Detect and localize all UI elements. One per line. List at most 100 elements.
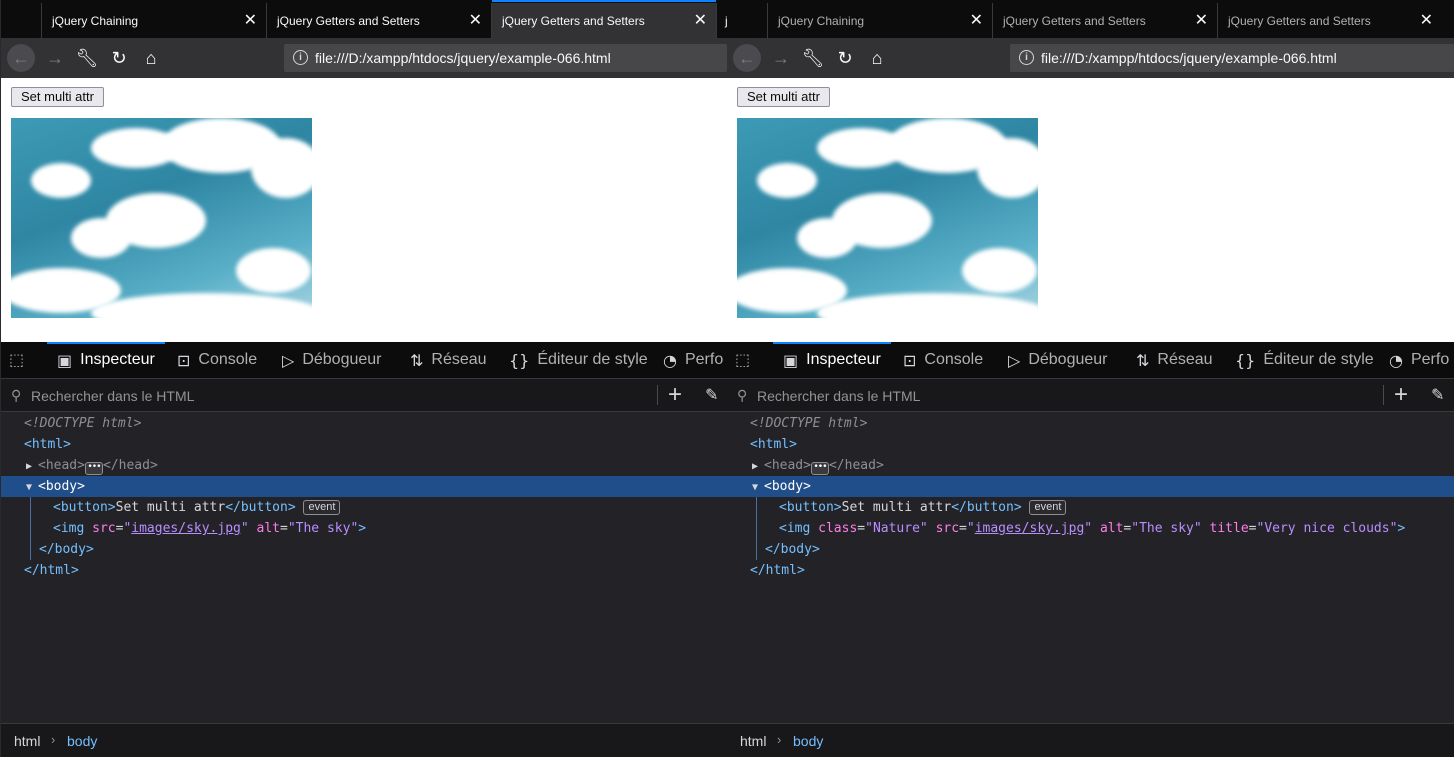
body-node-selected[interactable]: ▼ <body> (727, 476, 1454, 497)
tab-performance[interactable]: ◔ Perfo (1389, 342, 1449, 378)
tab-label: Console (198, 351, 258, 368)
breadcrumb-body[interactable]: body (67, 733, 97, 749)
ellipsis-icon[interactable]: ••• (84, 462, 103, 475)
ellipsis-icon[interactable]: ••• (810, 462, 829, 475)
plus-icon[interactable]: + (668, 381, 682, 409)
tab-title: jQuery Getters and Setters (277, 14, 420, 28)
tab-editeur-de-style[interactable]: {} Éditeur de style (509, 342, 648, 378)
eyedropper-icon[interactable]: ✎ (705, 385, 718, 405)
forward-arrow-icon[interactable]: → (41, 44, 69, 72)
url-text[interactable]: file:///D:/xampp/htdocs/jquery/example-0… (1041, 50, 1337, 66)
forward-arrow-icon[interactable]: → (767, 44, 795, 72)
html-node[interactable]: <html> (727, 434, 1454, 455)
info-icon[interactable]: i (1019, 50, 1034, 65)
close-icon[interactable]: ✕ (694, 10, 707, 30)
cloud (962, 248, 1037, 293)
tab-reseau[interactable]: ⇅ Réseau (1136, 342, 1213, 378)
body-close-node[interactable]: </body> (727, 539, 1454, 560)
page-content: Set multi attr (1, 78, 727, 342)
info-icon[interactable]: i (293, 50, 308, 65)
cloud (757, 163, 817, 198)
url-bar[interactable]: i file:///D:/xampp/htdocs/jquery/example… (284, 44, 727, 72)
tab-title: jQuery Chaining (52, 14, 139, 28)
close-icon[interactable]: ✕ (244, 10, 257, 30)
tab-jquery-chaining[interactable]: jQuery Chaining ✕ (767, 3, 992, 38)
tab-editeur-de-style[interactable]: {} Éditeur de style (1235, 342, 1374, 378)
tab-overflow-edge[interactable]: j (716, 3, 727, 38)
cloud (236, 248, 311, 293)
tab-inspecteur[interactable]: ▣ Inspecteur (47, 342, 165, 378)
set-multi-attr-button[interactable]: Set multi attr (737, 87, 830, 107)
expand-arrow-icon[interactable]: ▶ (26, 456, 38, 477)
url-bar[interactable]: i file:///D:/xampp/htdocs/jquery/example… (1010, 44, 1454, 72)
element-picker-icon[interactable]: ⬚ (735, 350, 757, 372)
breadcrumb-html[interactable]: html (14, 733, 40, 749)
url-text[interactable]: file:///D:/xampp/htdocs/jquery/example-0… (315, 50, 611, 66)
img-node[interactable]: <img src="images/sky.jpg" alt="The sky"> (1, 518, 727, 539)
tab-console[interactable]: ⊡ Console (903, 342, 983, 378)
reload-icon[interactable]: ↻ (831, 44, 859, 72)
search-input[interactable]: Rechercher dans le HTML (31, 388, 194, 404)
home-icon[interactable]: ⌂ (863, 44, 891, 72)
close-icon[interactable]: ✕ (1420, 10, 1433, 30)
breadcrumb-html[interactable]: html (740, 733, 766, 749)
reload-icon[interactable]: ↻ (105, 44, 133, 72)
doctype-node[interactable]: <!DOCTYPE html> (727, 413, 1454, 434)
tab-debogueur[interactable]: ▷ Débogueur (1008, 342, 1107, 378)
wrench-icon[interactable]: 🔧︎ (73, 44, 101, 72)
breadcrumb: html › body (727, 723, 1454, 757)
cloud (71, 218, 131, 258)
html-close-node[interactable]: </html> (1, 560, 727, 581)
html-node[interactable]: <html> (1, 434, 727, 455)
element-picker-icon[interactable]: ⬚ (9, 350, 31, 372)
img-node[interactable]: <img class="Nature" src="images/sky.jpg"… (727, 518, 1454, 539)
tab-console[interactable]: ⊡ Console (177, 342, 257, 378)
breadcrumb-body[interactable]: body (793, 733, 823, 749)
html-search-bar: ⚲ Rechercher dans le HTML + ✎ (727, 379, 1454, 412)
tab-strip-spacer (1, 0, 41, 38)
close-icon[interactable]: ✕ (469, 10, 482, 30)
search-input[interactable]: Rechercher dans le HTML (757, 388, 920, 404)
tab-getters-setters-2[interactable]: jQuery Getters and Setters ✕ (1217, 3, 1442, 38)
wrench-icon[interactable]: 🔧︎ (799, 44, 827, 72)
back-arrow-icon[interactable]: ← (7, 44, 35, 72)
tab-jquery-chaining[interactable]: jQuery Chaining ✕ (41, 3, 266, 38)
doctype-node[interactable]: <!DOCTYPE html> (1, 413, 727, 434)
body-close-node[interactable]: </body> (1, 539, 727, 560)
eyedropper-icon[interactable]: ✎ (1431, 385, 1444, 405)
close-icon[interactable]: ✕ (970, 10, 983, 30)
button-node[interactable]: <button>Set multi attr</button> event (1, 497, 727, 518)
collapse-arrow-icon[interactable]: ▼ (752, 477, 764, 498)
tab-debogueur[interactable]: ▷ Débogueur (282, 342, 381, 378)
tab-reseau[interactable]: ⇅ Réseau (410, 342, 487, 378)
cloud (817, 293, 1038, 318)
close-icon[interactable]: ✕ (1195, 10, 1208, 30)
cloud (251, 138, 312, 198)
tab-performance[interactable]: ◔ Perfo (663, 342, 723, 378)
tab-inspecteur[interactable]: ▣ Inspecteur (773, 342, 891, 378)
tab-getters-setters[interactable]: jQuery Getters and Setters ✕ (992, 3, 1217, 38)
tab-label: Débogueur (1028, 351, 1108, 368)
expand-arrow-icon[interactable]: ▶ (752, 456, 764, 477)
button-node[interactable]: <button>Set multi attr</button> event (727, 497, 1454, 518)
tab-label: Perfo (684, 351, 724, 368)
body-node-selected[interactable]: ▼ <body> (1, 476, 727, 497)
tab-getters-setters[interactable]: jQuery Getters and Setters ✕ (266, 3, 491, 38)
back-arrow-icon[interactable]: ← (733, 44, 761, 72)
event-badge[interactable]: event (1029, 500, 1067, 515)
network-icon: ⇅ (410, 350, 424, 370)
set-multi-attr-button[interactable]: Set multi attr (11, 87, 104, 107)
html-close-node[interactable]: </html> (727, 560, 1454, 581)
performance-icon: ◔ (663, 350, 677, 370)
event-badge[interactable]: event (303, 500, 341, 515)
src-link[interactable]: images/sky.jpg (975, 521, 1085, 536)
style-editor-icon: {} (1235, 350, 1256, 370)
plus-icon[interactable]: + (1394, 381, 1408, 409)
head-node[interactable]: ▶ <head> ••• </head> (1, 455, 727, 476)
home-icon[interactable]: ⌂ (137, 44, 165, 72)
src-link[interactable]: images/sky.jpg (131, 521, 241, 536)
collapse-arrow-icon[interactable]: ▼ (26, 477, 38, 498)
head-node[interactable]: ▶ <head> ••• </head> (727, 455, 1454, 476)
style-editor-icon: {} (509, 350, 530, 370)
tab-getters-setters-active[interactable]: jQuery Getters and Setters ✕ (491, 0, 716, 38)
